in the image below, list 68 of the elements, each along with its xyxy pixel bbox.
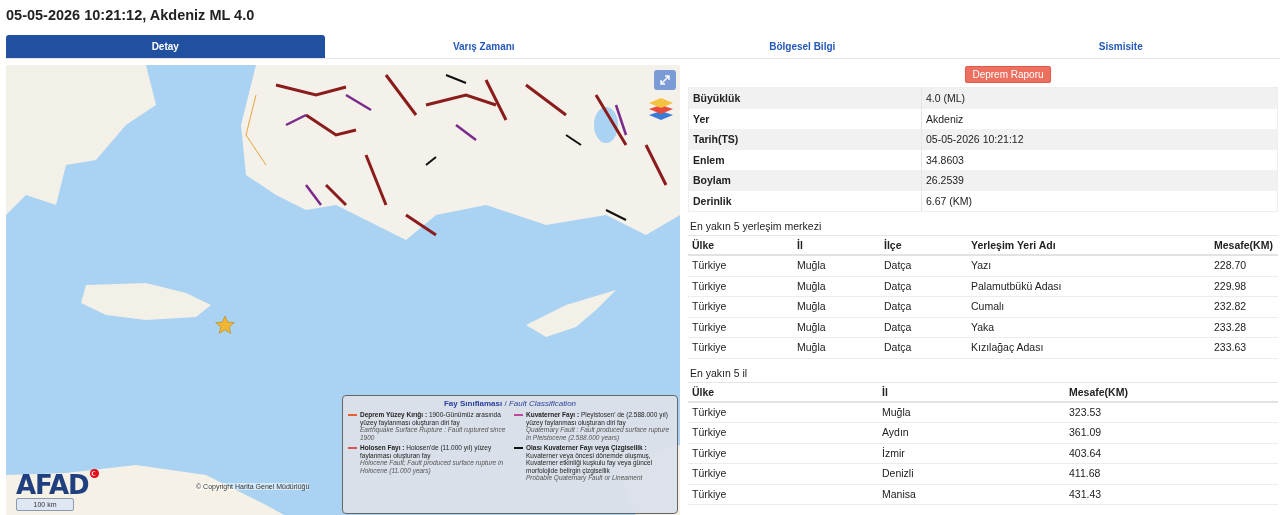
table-cell: Muğla	[793, 317, 880, 338]
tab[interactable]: Bölgesel Bilgi	[643, 35, 962, 58]
table-cell: 361.09	[1065, 423, 1278, 444]
table-cell: Datça	[880, 338, 967, 359]
table-cell: Türkiye	[688, 402, 878, 423]
table-cell: 229.98	[1210, 276, 1278, 297]
table-cell: Datça	[880, 256, 967, 277]
table-cell: 323.53	[1065, 402, 1278, 423]
column-header: Yerleşim Yeri Adı	[967, 236, 1210, 256]
table-cell: Muğla	[793, 276, 880, 297]
tab[interactable]: Sismisite	[961, 35, 1280, 58]
tab[interactable]: Varış Zamanı	[324, 35, 643, 58]
table-cell: Yaka	[967, 317, 1210, 338]
detail-value: 26.2539	[921, 170, 1277, 191]
table-cell: Muğla	[878, 402, 1065, 423]
table-cell: Türkiye	[688, 443, 878, 464]
column-header: Mesafe(KM)	[1065, 382, 1278, 403]
expand-button[interactable]	[654, 70, 676, 90]
table-cell: 403.64	[1065, 443, 1278, 464]
table-cell: Kızılağaç Adası	[967, 338, 1210, 359]
table-cell: Aydın	[878, 423, 1065, 444]
table-cell: Türkiye	[688, 464, 878, 485]
table-cell: Datça	[880, 317, 967, 338]
table-cell: 431.43	[1065, 484, 1278, 505]
detail-value: 4.0 (ML)	[921, 88, 1277, 109]
detail-label: Büyüklük	[689, 88, 921, 109]
table-cell: Cumalı	[967, 297, 1210, 318]
table-cell: Türkiye	[688, 338, 793, 359]
layers-icon[interactable]	[648, 95, 674, 121]
flag-icon	[89, 469, 99, 478]
detail-value: 05-05-2026 10:21:12	[921, 129, 1277, 150]
table-cell: Türkiye	[688, 297, 793, 318]
table-cell: Türkiye	[688, 484, 878, 505]
table-cell: 228.70	[1210, 256, 1278, 277]
table-cell: Muğla	[793, 338, 880, 359]
column-header: Ülke	[688, 236, 793, 256]
table-cell: Manisa	[878, 484, 1065, 505]
detail-label: Boylam	[689, 170, 921, 191]
column-header: Mesafe(KM)	[1210, 236, 1278, 256]
column-header: İl	[793, 236, 880, 256]
expand-icon	[659, 74, 671, 86]
table-cell: Yazı	[967, 256, 1210, 277]
table-cell: Türkiye	[688, 276, 793, 297]
table-cell: 233.63	[1210, 338, 1278, 359]
column-header: İlçe	[880, 236, 967, 256]
table-cell: 232.82	[1210, 297, 1278, 318]
table-caption: En yakın 5 yerleşim merkezi	[690, 220, 823, 232]
table-cell: Türkiye	[688, 317, 793, 338]
table-cell: Datça	[880, 297, 967, 318]
detail-label: Tarih(TS)	[689, 129, 921, 150]
column-header: Ülke	[688, 382, 878, 403]
legend-title: Fay Sınıflaması / Fault Classification	[442, 399, 578, 408]
column-header: İl	[878, 382, 1065, 403]
table-cell: Muğla	[793, 256, 880, 277]
logo: AFAD	[16, 470, 89, 500]
star-icon	[215, 315, 235, 335]
table-cell: Türkiye	[688, 256, 793, 277]
page-title: 05-05-2026 10:21:12, Akdeniz ML 4.0	[6, 6, 256, 25]
table-cell: 233.28	[1210, 317, 1278, 338]
table-cell: Denizli	[878, 464, 1065, 485]
table-cell: İzmir	[878, 443, 1065, 464]
table-cell: Muğla	[793, 297, 880, 318]
table-cell: Datça	[880, 276, 967, 297]
table-cell: 411.68	[1065, 464, 1278, 485]
tab[interactable]: Detay	[6, 35, 325, 58]
table-caption: En yakın 5 il	[690, 366, 749, 379]
table-cell: Palamutbükü Adası	[967, 276, 1210, 297]
table-cell: Türkiye	[688, 423, 878, 444]
